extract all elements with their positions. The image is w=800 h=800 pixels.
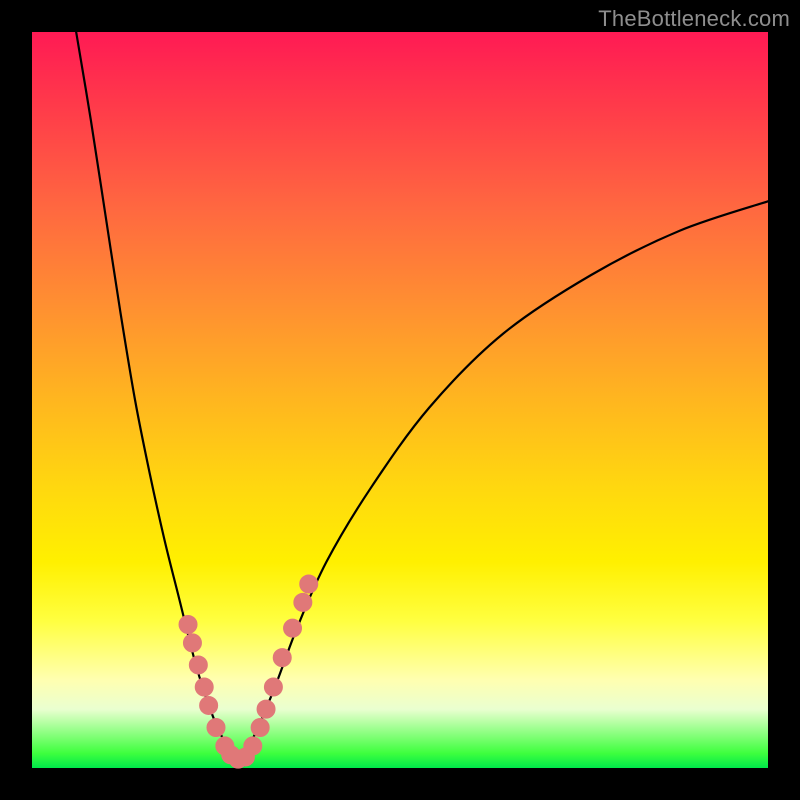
scatter-dots [179,575,318,768]
outer-frame: TheBottleneck.com [0,0,800,800]
scatter-dot [257,700,275,718]
watermark-text: TheBottleneck.com [598,6,790,32]
scatter-dot [195,678,213,696]
scatter-dot [300,575,318,593]
scatter-dot [284,619,302,637]
scatter-dot [183,634,201,652]
scatter-dot [189,656,207,674]
scatter-dot [273,649,291,667]
scatter-dot [294,593,312,611]
scatter-dot [200,696,218,714]
curve-left [76,32,238,761]
scatter-dot [179,615,197,633]
scatter-dot [207,719,225,737]
scatter-dot [244,737,262,755]
curve-right [238,201,768,760]
curve-svg [32,32,768,768]
scatter-dot [251,719,269,737]
scatter-dot [264,678,282,696]
